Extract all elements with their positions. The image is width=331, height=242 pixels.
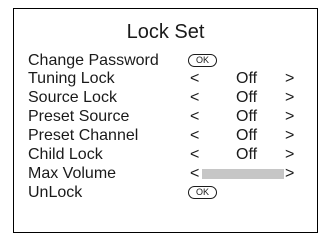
source-lock-value: Off (236, 89, 258, 106)
max-volume-row[interactable]: Max Volume < > (14, 165, 317, 183)
left-arrow-icon[interactable]: < (190, 165, 199, 183)
preset-channel-value: Off (236, 127, 258, 144)
right-arrow-icon[interactable]: > (285, 146, 294, 164)
row-label: UnLock (28, 184, 83, 201)
preset-channel-row[interactable]: Preset Channel < Off > (14, 127, 317, 145)
ok-button[interactable]: OK (188, 54, 217, 67)
child-lock-row[interactable]: Child Lock < Off > (14, 146, 317, 164)
row-label: Source Lock (28, 89, 117, 106)
lock-set-menu: Lock Set Change Password OK Tuning Lock … (13, 8, 318, 233)
child-lock-value: Off (236, 146, 258, 163)
preset-source-row[interactable]: Preset Source < Off > (14, 108, 317, 126)
left-arrow-icon[interactable]: < (190, 89, 199, 107)
left-arrow-icon[interactable]: < (190, 127, 199, 145)
tuning-lock-row[interactable]: Tuning Lock < Off > (14, 70, 317, 88)
ok-button[interactable]: OK (188, 186, 217, 199)
row-label: Preset Channel (28, 127, 139, 144)
preset-source-value: Off (236, 108, 258, 125)
row-label: Change Password (28, 52, 159, 69)
max-volume-bar[interactable] (202, 169, 284, 179)
right-arrow-icon[interactable]: > (285, 127, 294, 145)
right-arrow-icon[interactable]: > (285, 89, 294, 107)
row-label: Preset Source (28, 108, 130, 125)
right-arrow-icon[interactable]: > (285, 165, 294, 183)
source-lock-row[interactable]: Source Lock < Off > (14, 89, 317, 107)
change-password-row[interactable]: Change Password OK (14, 52, 317, 70)
tuning-lock-value: Off (236, 70, 258, 87)
left-arrow-icon[interactable]: < (190, 146, 199, 164)
row-label: Max Volume (28, 165, 117, 182)
menu-title: Lock Set (126, 21, 205, 43)
right-arrow-icon[interactable]: > (285, 70, 294, 88)
unlock-row[interactable]: UnLock OK (14, 184, 317, 202)
row-label: Tuning Lock (28, 70, 115, 87)
left-arrow-icon[interactable]: < (190, 70, 199, 88)
row-label: Child Lock (28, 146, 103, 163)
right-arrow-icon[interactable]: > (285, 108, 294, 126)
left-arrow-icon[interactable]: < (190, 108, 199, 126)
